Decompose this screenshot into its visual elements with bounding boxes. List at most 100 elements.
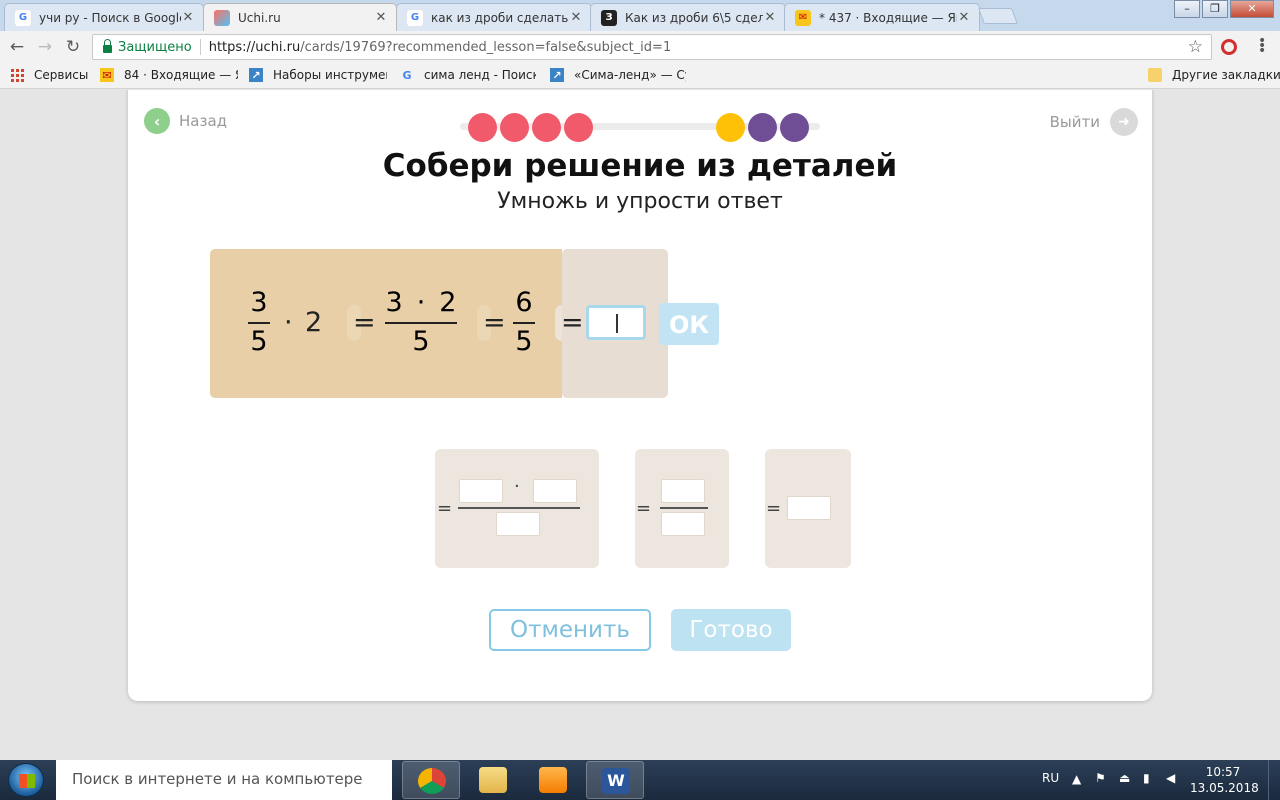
done-button[interactable]: Готово xyxy=(671,609,791,651)
ok-button[interactable]: ОК xyxy=(659,303,719,345)
network-signal-icon[interactable]: ▮ xyxy=(1143,771,1150,785)
bookmark-other[interactable]: Другие закладки xyxy=(1148,68,1280,82)
folder-icon xyxy=(1148,68,1162,82)
fraction-bar xyxy=(385,322,457,324)
clock[interactable]: 10:57 13.05.2018 xyxy=(1190,764,1259,796)
usb-device-icon[interactable]: ⏏ xyxy=(1119,771,1130,785)
minimize-icon[interactable]: – xyxy=(1174,0,1200,18)
close-icon[interactable]: ✕ xyxy=(763,10,777,25)
taskbar-search-input[interactable]: Поиск в интернете и на компьютере xyxy=(56,760,392,800)
fraction-bar xyxy=(660,507,708,509)
taskbar-media-player[interactable] xyxy=(524,761,582,799)
equals-sign: = xyxy=(437,498,453,519)
forward-arrow-icon[interactable]: → xyxy=(35,37,55,57)
spare-slot-numerator-a xyxy=(459,479,503,503)
back-arrow-icon[interactable]: ← xyxy=(7,37,27,57)
tab-title: Uchi.ru xyxy=(238,10,281,25)
numerator-a: 3 xyxy=(385,287,403,318)
opera-extension-icon[interactable] xyxy=(1221,39,1237,55)
media-player-icon xyxy=(539,767,567,793)
bookmark-label: «Сима-ленд» — Су xyxy=(574,68,686,82)
progress-dot-done xyxy=(468,113,497,142)
action-center-flag-icon[interactable]: ⚑ xyxy=(1095,771,1106,785)
other-bookmarks-label: Другие закладки xyxy=(1172,68,1280,82)
bookmark-yandex-mail[interactable]: ✉ 84 · Входящие — Ян xyxy=(100,68,238,82)
browser-tabstrip: G учи ру - Поиск в Google ✕ Uchi.ru ✕ G … xyxy=(0,0,1280,31)
url-path: /cards/19769?recommended_lesson=false&su… xyxy=(300,39,672,55)
answer-input[interactable] xyxy=(586,305,646,340)
puzzle-piece-expression[interactable] xyxy=(210,249,354,398)
bookmark-tools[interactable]: ↗ Наборы инструмент xyxy=(249,68,387,82)
progress-dot-done xyxy=(532,113,561,142)
progress-dot-done xyxy=(500,113,529,142)
clock-date: 13.05.2018 xyxy=(1190,781,1259,795)
close-icon[interactable]: ✕ xyxy=(957,10,971,25)
numerator-b: 2 xyxy=(439,287,457,318)
spare-slot-denominator xyxy=(496,512,540,536)
maximize-icon[interactable]: ❐ xyxy=(1202,0,1228,18)
tab-title: * 437 · Входящие — Янд xyxy=(819,10,957,25)
tab-google-fraction[interactable]: G как из дроби сделать це ✕ xyxy=(396,3,592,31)
bookmark-site-icon: ↗ xyxy=(550,68,564,82)
fraction-bar xyxy=(513,322,535,324)
exit-label: Выйти xyxy=(1049,113,1100,131)
bookmark-apps[interactable]: Сервисы xyxy=(10,68,88,82)
back-button[interactable]: ‹ Назад xyxy=(144,108,227,134)
bookmark-sima-land[interactable]: ↗ «Сима-ленд» — Су xyxy=(550,68,686,82)
equals-sign: = xyxy=(483,307,506,338)
cancel-button[interactable]: Отменить xyxy=(489,609,651,651)
factor: 2 xyxy=(305,307,323,338)
lesson-card: ‹ Назад Выйти ➜ Собери решение из детале… xyxy=(128,90,1152,701)
close-icon[interactable]: ✕ xyxy=(181,10,195,25)
denominator: 5 xyxy=(412,326,430,357)
bookmark-label: Наборы инструмент xyxy=(273,68,387,82)
uchi-icon xyxy=(214,9,230,26)
equals-sign: = xyxy=(766,498,782,519)
language-indicator[interactable]: RU xyxy=(1042,771,1059,785)
bookmark-label: 84 · Входящие — Ян xyxy=(124,68,238,82)
new-tab-button[interactable] xyxy=(978,8,1018,24)
progress-dot-pending xyxy=(748,113,777,142)
window-close-icon[interactable]: ✕ xyxy=(1230,0,1274,18)
tab-yandex-mail[interactable]: ✉ * 437 · Входящие — Янд ✕ xyxy=(784,3,980,31)
google-icon: G xyxy=(15,9,31,26)
lock-icon xyxy=(103,39,112,53)
windows-start-icon[interactable] xyxy=(8,763,44,797)
address-bar[interactable]: Защищено https://uchi.ru/cards/19769?rec… xyxy=(92,34,1212,60)
progress-dot-pending xyxy=(780,113,809,142)
chevron-left-icon: ‹ xyxy=(144,108,170,134)
volume-icon[interactable]: ◀ xyxy=(1166,771,1175,785)
bookmark-sima-search[interactable]: G сима ленд - Поиск в xyxy=(400,68,536,82)
secure-label: Защищено xyxy=(118,39,192,55)
equals-sign: = xyxy=(353,307,376,338)
spare-slot-number xyxy=(787,496,831,520)
tab-title: Как из дроби 6\5 сделат xyxy=(625,10,763,25)
taskbar-explorer[interactable] xyxy=(464,761,522,799)
bookmark-site-icon: ↗ xyxy=(249,68,263,82)
tray-expand-icon[interactable]: ▲ xyxy=(1072,772,1081,786)
window-controls: – ❐ ✕ xyxy=(1174,0,1274,18)
url-text[interactable]: https://uchi.ru/cards/19769?recommended_… xyxy=(209,40,1188,55)
browser-menu-icon[interactable]: • • • xyxy=(1258,34,1266,58)
fraction-bar xyxy=(248,322,270,324)
reload-icon[interactable]: ↻ xyxy=(63,37,83,57)
equals-sign: = xyxy=(636,498,652,519)
close-icon[interactable]: ✕ xyxy=(569,10,583,25)
denominator: 5 xyxy=(250,326,268,357)
multiply-dot: · xyxy=(284,307,293,338)
tab-google-search[interactable]: G учи ру - Поиск в Google ✕ xyxy=(4,3,204,31)
tab-uchi[interactable]: Uchi.ru ✕ xyxy=(203,3,397,31)
znanija-icon: З xyxy=(601,9,617,26)
google-icon: G xyxy=(407,9,423,26)
bookmark-star-icon[interactable]: ☆ xyxy=(1188,37,1203,57)
page-subtitle: Умножь и упрости ответ xyxy=(497,189,783,214)
close-icon[interactable]: ✕ xyxy=(374,10,388,25)
url-host: https://uchi.ru xyxy=(208,39,301,55)
exit-button[interactable]: Выйти ➜ xyxy=(1050,108,1138,136)
numerator-row: 3 · 2 xyxy=(386,288,457,318)
tab-znanija[interactable]: З Как из дроби 6\5 сделат ✕ xyxy=(590,3,786,31)
taskbar-word[interactable]: W xyxy=(586,761,644,799)
taskbar-chrome[interactable] xyxy=(402,761,460,799)
browser-toolbar: ← → ↻ Защищено https://uchi.ru/cards/197… xyxy=(0,31,1280,63)
show-desktop-button[interactable] xyxy=(1268,760,1280,800)
